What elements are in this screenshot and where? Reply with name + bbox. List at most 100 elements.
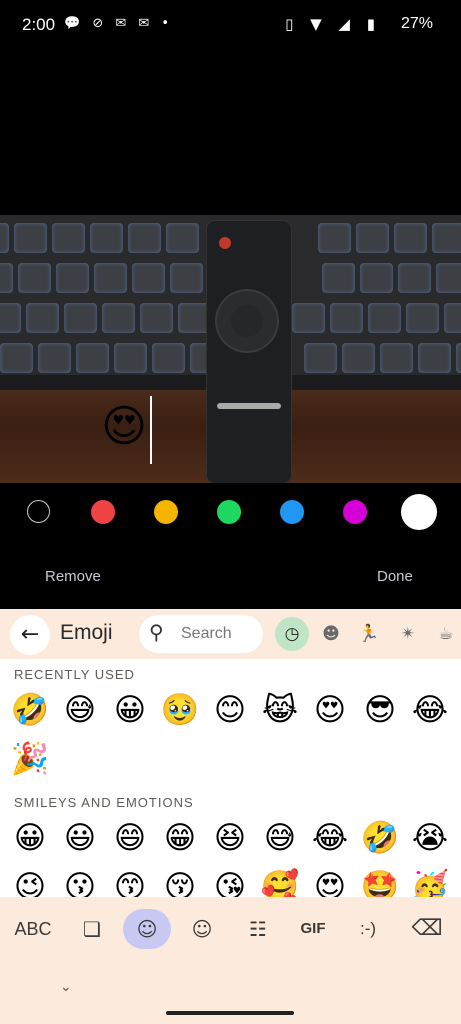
photo-key <box>64 303 97 333</box>
emoji-header: ← Emoji ⚲ Search ◷ ☻ 🏃 ✴ ☕ <box>0 609 461 659</box>
keyboard-bottom-bar: ABC ❏ ☺ ☺ ☷ GIF :-) ⌫ <box>0 897 461 961</box>
abc-button[interactable]: ABC <box>8 911 58 947</box>
photo-key <box>170 263 203 293</box>
backspace-icon[interactable]: ⌫ <box>405 911 449 947</box>
photo-key <box>360 263 393 293</box>
status-time: 2:00 <box>22 15 56 34</box>
photo-key <box>52 223 85 253</box>
emoji-key[interactable]: 😗 <box>58 865 102 897</box>
photo-key <box>56 263 89 293</box>
emoji-key[interactable]: 😍 <box>308 688 352 732</box>
section-recently-used: RECENTLY USED <box>14 667 135 682</box>
emoji-key[interactable]: 🤩 <box>358 865 402 897</box>
color-green-swatch[interactable] <box>217 500 241 524</box>
emoji-key[interactable]: 😀 <box>8 816 52 860</box>
color-white-swatch-selected[interactable] <box>401 494 437 530</box>
color-blue-swatch[interactable] <box>280 500 304 524</box>
clipboard-icon[interactable]: ❏ <box>74 911 110 947</box>
photo-key <box>356 223 389 253</box>
emoji-key[interactable]: 😅 <box>258 816 302 860</box>
emoji-key[interactable]: 😊 <box>208 688 252 732</box>
photo-key <box>444 303 461 333</box>
emoji-key[interactable]: 😭 <box>408 816 452 860</box>
emoji-keyboard: ← Emoji ⚲ Search ◷ ☻ 🏃 ✴ ☕ RECENTLY USED… <box>0 609 461 1024</box>
gif-button[interactable]: GIF <box>292 911 334 947</box>
color-magenta-swatch[interactable] <box>343 500 367 524</box>
photo-key <box>0 343 33 373</box>
keyboard-hide-chevron-icon[interactable]: ⌄ <box>60 979 72 995</box>
status-bar: 2:00 💬 ⊘ ✉ ✉ • ▯ ▼ ◢ ▮ 27% <box>0 0 461 50</box>
photo-key <box>322 263 355 293</box>
photo-canvas[interactable] <box>0 215 461 483</box>
celebration-icon[interactable]: ✴ <box>391 617 425 651</box>
color-yellow-swatch[interactable] <box>154 500 178 524</box>
photo-key <box>76 343 109 373</box>
photo-key <box>114 343 147 373</box>
emoji-key[interactable]: 😃 <box>58 816 102 860</box>
smileys-icon[interactable]: ☻ <box>314 617 348 651</box>
emoji-key[interactable]: 🤣 <box>358 816 402 860</box>
emoji-key[interactable]: 😹 <box>258 688 302 732</box>
emoji-key[interactable]: 🥹 <box>158 688 202 732</box>
photo-key <box>0 263 13 293</box>
photo-key <box>18 263 51 293</box>
photo-key <box>330 303 363 333</box>
people-icon[interactable]: 🏃 <box>352 617 386 651</box>
photo-key <box>342 343 375 373</box>
back-arrow-icon[interactable]: ← <box>10 615 50 655</box>
emoji-key[interactable]: 😙 <box>108 865 152 897</box>
emoji-key[interactable]: 😎 <box>358 688 402 732</box>
photo-key <box>26 303 59 333</box>
nav-area: ⌄ <box>0 961 461 1024</box>
emoji-key[interactable]: 😉 <box>8 865 52 897</box>
photo-key <box>292 303 325 333</box>
emoji-kitchen-icon[interactable]: ☺ <box>184 911 220 947</box>
search-placeholder: Search <box>181 625 232 642</box>
emoji-key[interactable]: 😀 <box>108 688 152 732</box>
done-button[interactable]: Done <box>377 568 413 585</box>
emoji-key[interactable]: 🥳 <box>408 865 452 897</box>
photo-key <box>152 343 185 373</box>
emoji-key[interactable]: 😘 <box>208 865 252 897</box>
color-red-swatch[interactable] <box>91 500 115 524</box>
tv-remote <box>207 221 291 483</box>
emoji-key[interactable]: 😍 <box>308 865 352 897</box>
photo-key <box>0 223 9 253</box>
photo-key <box>436 263 461 293</box>
emoji-sticker[interactable]: 😍 <box>97 400 151 454</box>
photo-key <box>394 223 427 253</box>
gesture-home-bar[interactable] <box>166 1011 294 1015</box>
system-status-icons: ▯ ▼ ◢ ▮ <box>285 15 381 33</box>
emoji-key[interactable]: 🤣 <box>8 688 52 732</box>
color-black-swatch[interactable] <box>27 500 50 523</box>
remote-power-icon <box>219 237 231 249</box>
photo-key <box>432 223 461 253</box>
emoji-key[interactable]: 😄 <box>108 816 152 860</box>
emoji-key[interactable]: 😂 <box>408 688 452 732</box>
remove-button[interactable]: Remove <box>45 568 101 585</box>
recent-icon[interactable]: ◷ <box>275 617 309 651</box>
emoji-grid: RECENTLY USED 🤣 😅 😀 🥹 😊 😹 😍 😎 😂 🎉 SMILEYS AND EMO… <box>0 659 461 897</box>
emoji-title: Emoji <box>60 621 113 644</box>
emoji-key[interactable]: 🥰 <box>258 865 302 897</box>
emoji-search-field[interactable]: ⚲ Search <box>139 615 263 653</box>
emoji-key[interactable]: 😚 <box>158 865 202 897</box>
food-icon[interactable]: ☕ <box>429 617 461 651</box>
photo-key <box>14 223 47 253</box>
emoji-key[interactable]: 😂 <box>308 816 352 860</box>
emoticon-button[interactable]: :-) <box>350 911 386 947</box>
photo-key <box>90 223 123 253</box>
notification-icons: 💬 ⊘ ✉ ✉ • <box>64 16 174 31</box>
remote-volume-bar <box>217 403 281 409</box>
emoji-key[interactable]: 🎉 <box>8 737 52 781</box>
emoji-key[interactable]: 😁 <box>158 816 202 860</box>
emoji-key[interactable]: 😅 <box>58 688 102 732</box>
sticker-icon[interactable]: ☷ <box>240 911 276 947</box>
photo-key <box>398 263 431 293</box>
emoji-tab-icon[interactable]: ☺ <box>123 909 171 949</box>
section-smileys: SMILEYS AND EMOTIONS <box>14 795 194 810</box>
photo-key <box>128 223 161 253</box>
emoji-key[interactable]: 😆 <box>208 816 252 860</box>
battery-percent: 27% <box>400 15 433 32</box>
photo-key <box>406 303 439 333</box>
